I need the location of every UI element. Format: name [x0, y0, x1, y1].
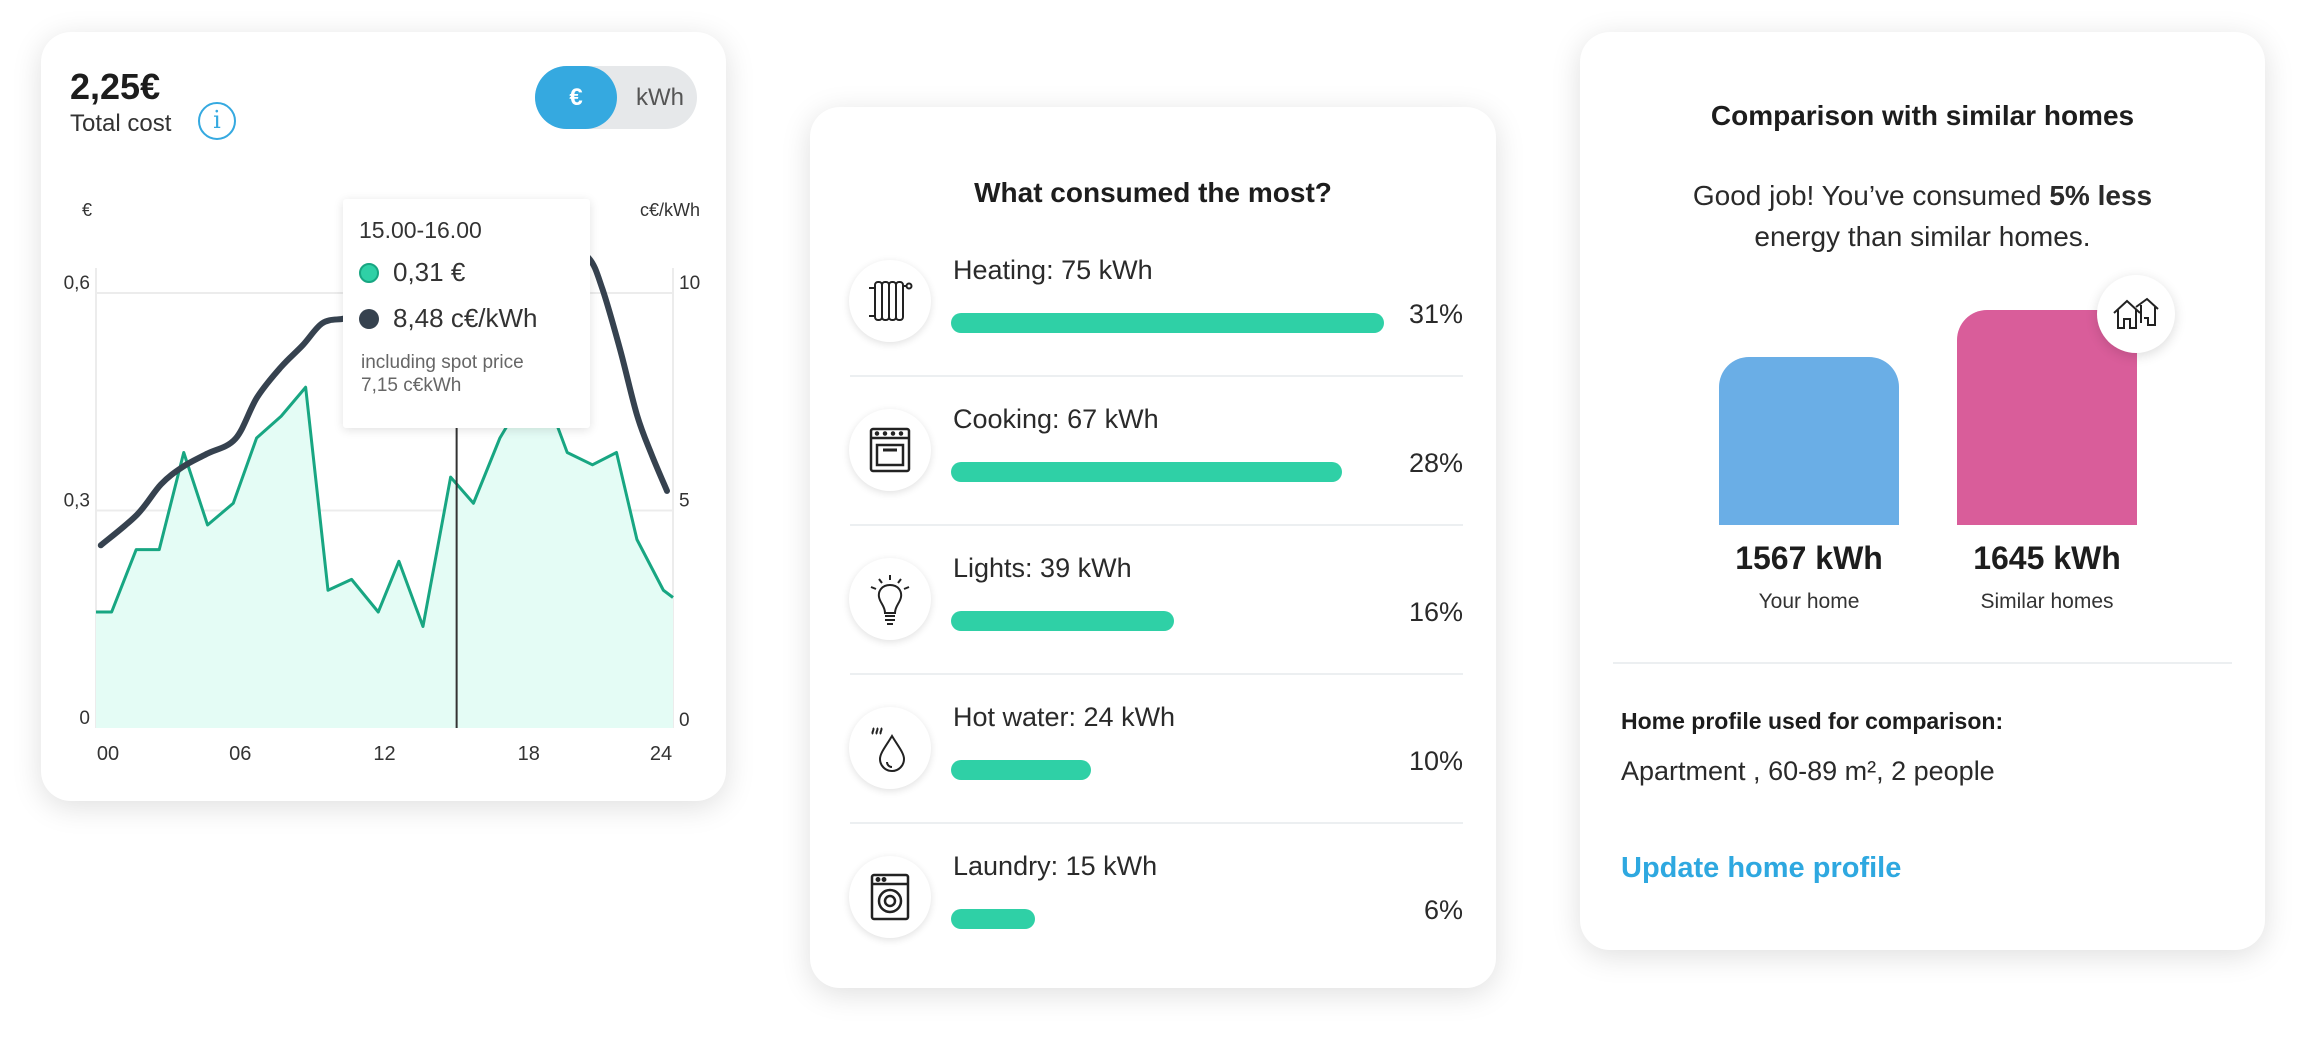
cost-chart-card: 2,25€ Total cost i € kWh € c€/kWh 0 0,3 0,…	[41, 32, 726, 801]
tooltip-cost-row: 0,31 €	[359, 257, 465, 288]
consumption-item: Hot water: 24 kWh 10%	[810, 700, 1496, 850]
divider	[850, 822, 1463, 824]
tooltip-note-text: including spot price	[361, 352, 524, 373]
item-progress-bar	[951, 760, 1091, 780]
item-percent: 6%	[1423, 895, 1463, 925]
x-tick-label: 00	[97, 743, 119, 765]
your-home-value: 1567 kWh	[1735, 540, 1883, 576]
divider	[850, 673, 1463, 675]
item-label: Cooking: 67 kWh	[953, 404, 1159, 434]
cost-dot-icon	[359, 262, 379, 283]
x-tick-label: 12	[373, 743, 395, 765]
profile-value: Apartment , 60-89 m², 2 people	[1621, 756, 1995, 786]
item-progress-bar	[951, 462, 1342, 482]
chart-tooltip: 15.00-16.00 0,31 € 8,48 c€/kWh including…	[343, 199, 590, 428]
item-label: Laundry: 15 kWh	[953, 851, 1158, 881]
tooltip-cost: 0,31 €	[393, 257, 466, 287]
radiator-icon	[849, 260, 931, 342]
your-home-label: Your home	[1758, 590, 1860, 613]
consumption-card: What consumed the most? Heating: 75 kWh …	[810, 107, 1496, 988]
consumption-item: Laundry: 15 kWh 6%	[810, 849, 1496, 999]
cost-area-fill	[96, 387, 673, 728]
item-progress-bar	[951, 313, 1384, 333]
divider	[850, 375, 1463, 377]
comparison-title: Comparison with similar homes	[1710, 100, 2135, 131]
item-label: Lights: 39 kWh	[953, 553, 1132, 583]
consumption-title: What consumed the most?	[974, 177, 1332, 208]
x-tick-label: 18	[518, 743, 540, 765]
comparison-message: Good job! You’ve consumed 5% less energy …	[1580, 175, 2265, 257]
x-tick-label: 24	[650, 743, 672, 765]
item-progress-bar	[951, 611, 1174, 631]
consumption-item: Lights: 39 kWh 16%	[810, 551, 1496, 701]
price-dot-icon	[359, 308, 379, 329]
profile-heading: Home profile used for comparison:	[1621, 708, 2004, 734]
oven-icon	[849, 409, 931, 491]
item-label: Hot water: 24 kWh	[953, 702, 1176, 732]
item-percent: 31%	[1408, 299, 1463, 329]
lightbulb-icon	[849, 558, 931, 640]
left-tick-label: 0,3	[64, 491, 90, 512]
houses-icon	[2097, 275, 2175, 353]
tooltip-price: 8,48 c€/kWh	[393, 303, 538, 333]
tooltip-note: including spot price 7,15 c€kWh	[361, 351, 524, 397]
tooltip-price-row: 8,48 c€/kWh	[359, 303, 538, 334]
consumption-item: Heating: 75 kWh 31%	[810, 253, 1496, 403]
similar-homes-label: Similar homes	[1980, 590, 2114, 613]
item-label: Heating: 75 kWh	[953, 255, 1153, 285]
washing-machine-icon	[849, 856, 931, 938]
right-tick-label: 5	[679, 491, 690, 512]
divider	[850, 524, 1463, 526]
right-tick-label: 10	[679, 273, 700, 294]
tooltip-spot: 7,15 c€kWh	[361, 375, 462, 396]
tooltip-time: 15.00-16.00	[359, 217, 482, 243]
message-text: Good job! You’ve consumed	[1692, 180, 2050, 211]
your-home-bar	[1719, 357, 1899, 525]
water-drop-icon	[849, 707, 931, 789]
similar-homes-value: 1645 kWh	[1973, 540, 2121, 576]
item-percent: 10%	[1408, 746, 1463, 776]
x-tick-label: 06	[229, 743, 251, 765]
message-text-2: energy than similar homes.	[1754, 221, 2091, 252]
item-progress-bar	[951, 909, 1035, 929]
right-tick-label: 0	[679, 710, 690, 731]
item-percent: 28%	[1408, 448, 1463, 478]
left-tick-label: 0	[79, 708, 90, 729]
consumption-item: Cooking: 67 kWh 28%	[810, 402, 1496, 552]
item-percent: 16%	[1408, 597, 1463, 627]
update-profile-link[interactable]: Update home profile	[1621, 852, 1901, 885]
left-tick-label: 0,6	[64, 273, 90, 294]
comparison-card: Comparison with similar homes Good job! …	[1580, 32, 2265, 950]
divider	[1613, 662, 2232, 664]
message-highlight: 5% less	[2049, 180, 2153, 211]
